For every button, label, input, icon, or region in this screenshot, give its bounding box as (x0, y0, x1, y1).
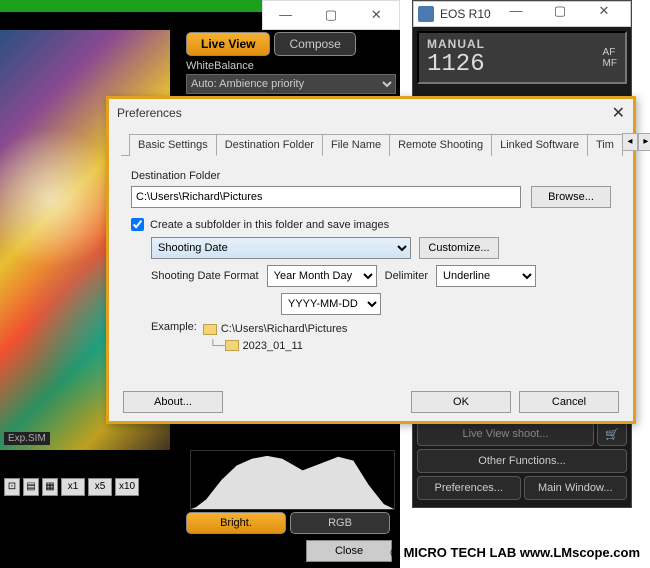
camera-title: EOS R10 (440, 7, 494, 21)
camera-mode: MANUAL (427, 37, 485, 51)
compose-button[interactable]: Compose (274, 32, 355, 56)
live-view-button[interactable]: Live View (186, 32, 270, 56)
camera-lcd: MANUAL 1126 AF MF (417, 31, 627, 84)
zoom-5x-button[interactable]: x5 (88, 478, 112, 496)
rgb-button[interactable]: RGB (290, 512, 390, 534)
liveview-close-button[interactable]: Close (306, 540, 392, 562)
minimize-button[interactable]: — (263, 1, 308, 29)
white-balance-label: WhiteBalance (186, 60, 396, 72)
dialog-title: Preferences (117, 106, 182, 120)
maximize-button[interactable]: ▢ (308, 1, 353, 29)
histogram (190, 450, 395, 510)
example-tree: C:\Users\Richard\Pictures └─2023_01_11 (203, 321, 348, 354)
other-functions-button[interactable]: Other Functions... (417, 449, 627, 473)
destination-path-input[interactable] (131, 186, 521, 208)
preferences-dialog: Preferences ✕ Basic Settings Destination… (106, 96, 636, 424)
tab-scroll-right-icon[interactable]: ▸ (638, 133, 650, 151)
browse-button[interactable]: Browse... (531, 186, 611, 208)
zoom-grid-icon[interactable]: ▤ (23, 478, 39, 496)
preferences-button[interactable]: Preferences... (417, 476, 521, 500)
close-button[interactable]: ✕ (354, 1, 399, 29)
cart-icon[interactable]: 🛒 (597, 422, 627, 446)
delimiter-select[interactable]: Underline (436, 265, 536, 287)
about-button[interactable]: About... (123, 391, 223, 413)
white-balance-select[interactable]: Auto: Ambience priority (186, 74, 396, 94)
subfolder-rule-select[interactable]: Shooting Date (151, 237, 411, 259)
create-subfolder-label: Create a subfolder in this folder and sa… (150, 219, 389, 231)
live-view-shoot-button[interactable]: Live View shoot... (417, 422, 594, 446)
zoom-1x-button[interactable]: x1 (61, 478, 85, 496)
tab-basic-settings[interactable]: Basic Settings (129, 134, 217, 156)
dialog-close-icon[interactable]: ✕ (612, 103, 625, 123)
tab-bar: Basic Settings Destination Folder File N… (121, 127, 621, 156)
tab-scroll-left-icon[interactable]: ◂ (622, 133, 638, 151)
liveview-window-controls: — ▢ ✕ (262, 0, 400, 30)
brightness-button[interactable]: Bright. (186, 512, 286, 534)
main-window-button[interactable]: Main Window... (524, 476, 628, 500)
exp-sim-badge: Exp.SIM (4, 432, 50, 445)
delimiter-label: Delimiter (385, 270, 428, 282)
camera-app-icon (418, 6, 434, 22)
copyright-text: © MICRO TECH LAB www.LMscope.com (390, 545, 640, 560)
ok-button[interactable]: OK (411, 391, 511, 413)
zoom-10x-button[interactable]: x10 (115, 478, 139, 496)
example-label: Example: (151, 321, 197, 354)
tab-linked-software[interactable]: Linked Software (491, 134, 588, 156)
create-subfolder-checkbox[interactable] (131, 218, 144, 231)
date-format-select[interactable]: Year Month Day (267, 265, 377, 287)
folder-icon (225, 340, 239, 351)
af-label: AF (603, 47, 617, 58)
tab-time[interactable]: Tim (587, 134, 623, 156)
customize-button[interactable]: Customize... (419, 237, 499, 259)
folder-icon (203, 324, 217, 335)
cancel-button[interactable]: Cancel (519, 391, 619, 413)
mf-label: MF (603, 58, 617, 69)
destination-folder-label: Destination Folder (131, 170, 611, 182)
camera-counter: 1126 (427, 51, 485, 78)
tab-remote-shooting[interactable]: Remote Shooting (389, 134, 492, 156)
date-pattern-select[interactable]: YYYY-MM-DD (281, 293, 381, 315)
zoom-grid2-icon[interactable]: ▦ (42, 478, 58, 496)
cam-maximize-button[interactable]: ▢ (538, 3, 582, 25)
tab-file-name[interactable]: File Name (322, 134, 390, 156)
date-format-label: Shooting Date Format (151, 270, 259, 282)
tab-destination-folder[interactable]: Destination Folder (216, 134, 323, 156)
zoom-controls: ⊡ ▤ ▦ x1 x5 x10 (4, 478, 139, 496)
cam-close-button[interactable]: ✕ (582, 3, 626, 25)
cam-minimize-button[interactable]: — (494, 3, 538, 25)
zoom-fit-icon[interactable]: ⊡ (4, 478, 20, 496)
